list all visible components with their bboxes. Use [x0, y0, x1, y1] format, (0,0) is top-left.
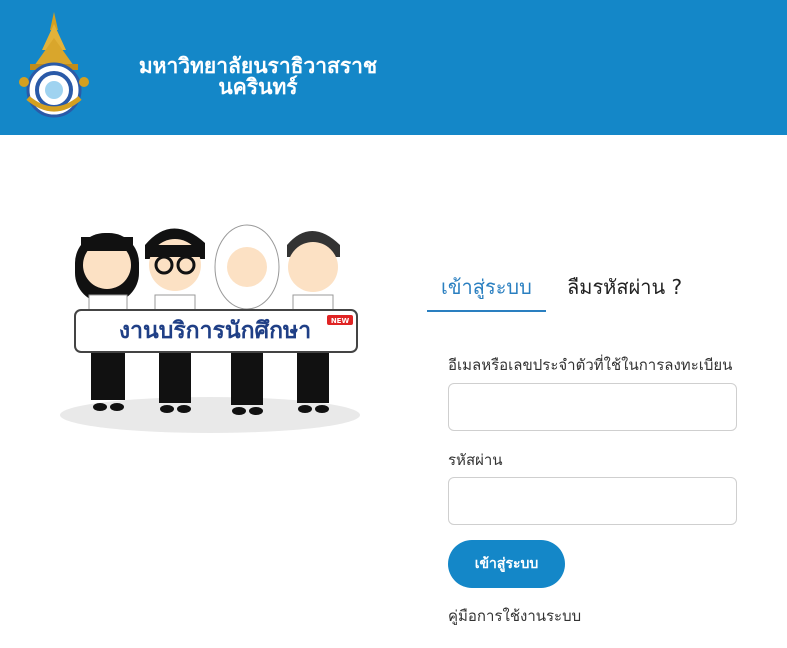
auth-tabs: เข้าสู่ระบบ ลืมรหัสผ่าน ? — [427, 270, 727, 312]
tab-forgot-password[interactable]: ลืมรหัสผ่าน ? — [553, 270, 696, 312]
tab-login[interactable]: เข้าสู่ระบบ — [427, 270, 546, 312]
university-name-line2: นครินทร์ — [218, 75, 298, 99]
email-field[interactable] — [448, 383, 737, 431]
login-button[interactable]: เข้าสู่ระบบ — [448, 540, 565, 588]
university-name-line1: มหาวิทยาลัยนราธิวาสราช — [138, 54, 378, 78]
university-name: มหาวิทยาลัยนราธิวาสราช นครินทร์ — [120, 56, 420, 98]
user-manual-link[interactable]: คู่มือการใช้งานระบบ — [448, 604, 581, 628]
header-bar: มหาวิทยาลัยนราธิวาสราช นครินทร์ — [0, 0, 787, 135]
email-label: อีเมลหรือเลขประจำตัวที่ใช้ในการลงทะเบียน — [448, 356, 733, 374]
banner-text: งานบริการนักศึกษา — [118, 318, 312, 344]
password-field[interactable] — [448, 477, 737, 525]
password-label: รหัสผ่าน — [448, 451, 503, 469]
university-crest-icon — [19, 12, 89, 118]
